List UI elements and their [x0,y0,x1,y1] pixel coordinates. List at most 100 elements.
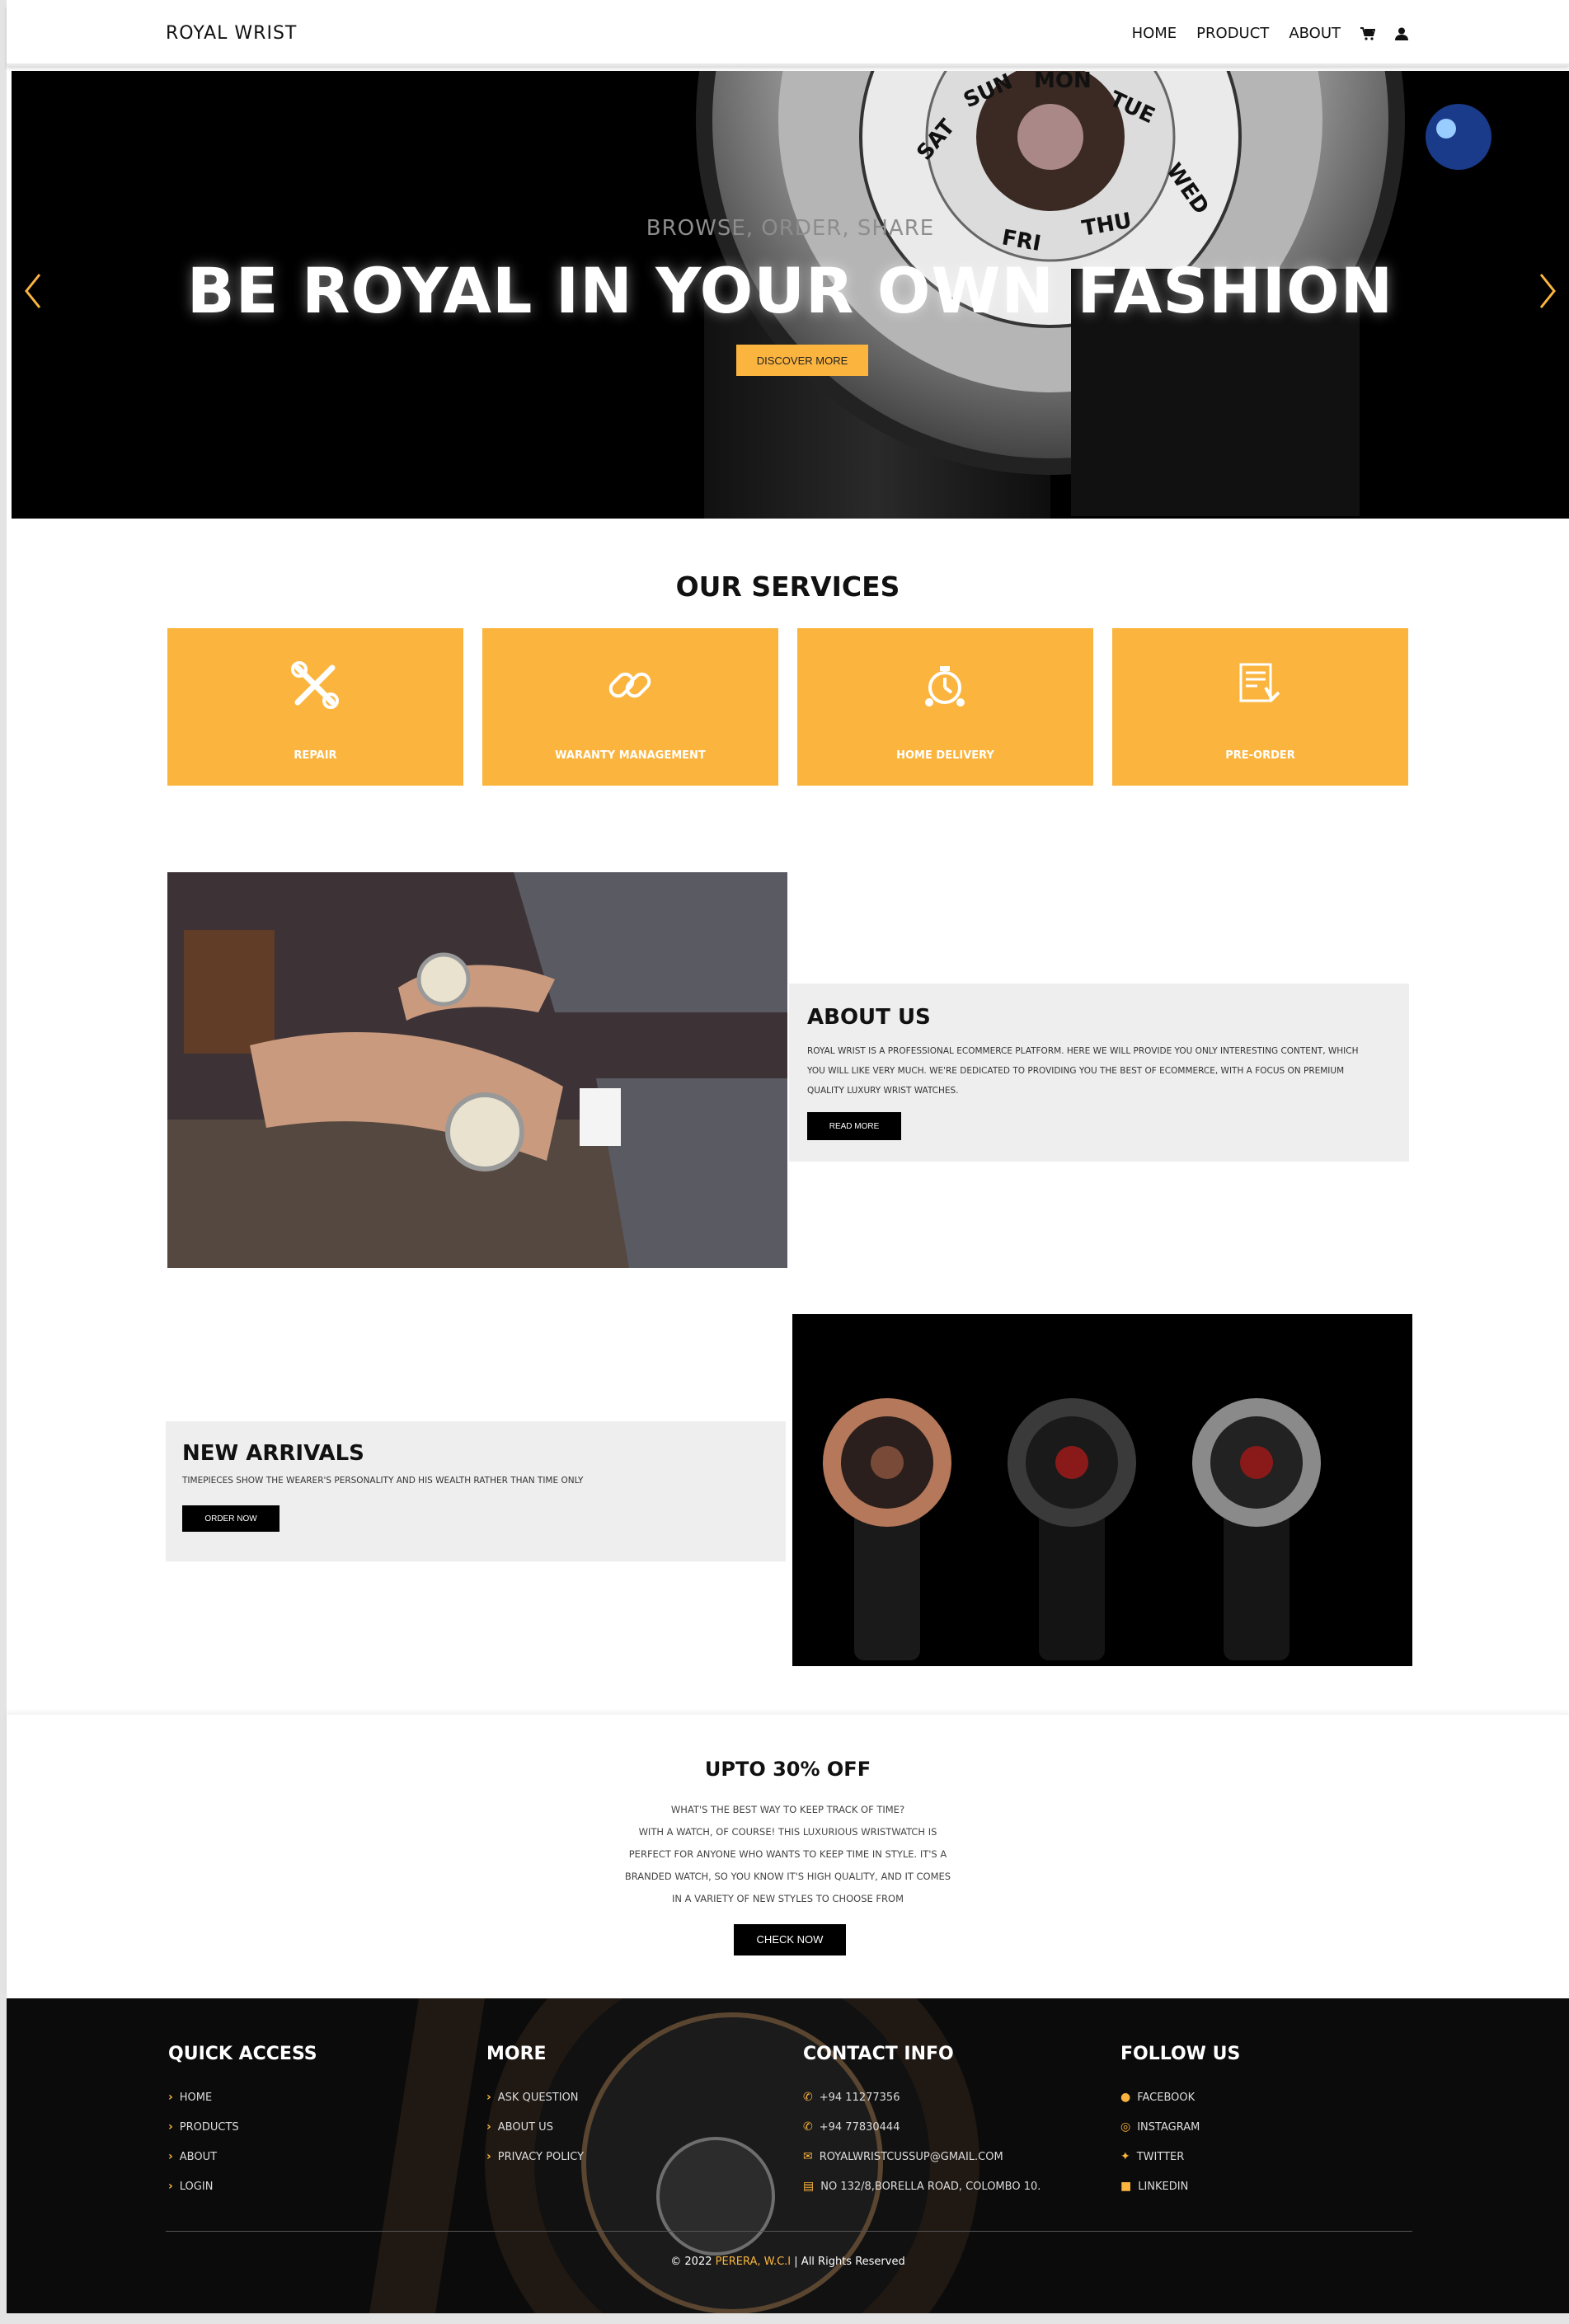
footer-divider [166,2231,1412,2232]
nav-links: HOME PRODUCT ABOUT [1132,25,1408,42]
social-instagram[interactable]: ◎ INSTAGRAM [1120,2112,1240,2142]
tools-icon [291,661,339,709]
footer-link-label: PRODUCTS [179,2120,239,2134]
linkedin-icon: ■ [1120,2180,1132,2193]
cart-icon[interactable] [1360,26,1375,40]
nav-home[interactable]: HOME [1132,25,1177,42]
copyright-author[interactable]: PERERA, W.C.I [716,2256,792,2268]
offer-text-line: IN A VARIETY OF NEW STYLES TO CHOOSE FRO… [671,1893,904,1904]
copyright-suffix: | All Rights Reserved [791,2256,905,2268]
phone-icon: ✆ [803,2091,813,2104]
page: ROYAL WRIST HOME PRODUCT ABOUT SAT SUN M… [0,0,1569,2324]
preorder-icon [1239,663,1280,702]
discover-more-button[interactable]: DISCOVER MORE [736,345,868,376]
service-label: PRE-ORDER [1225,749,1295,762]
svg-text:MON: MON [1034,71,1092,93]
facebook-icon: ● [1120,2091,1131,2104]
user-icon[interactable] [1395,27,1408,40]
arrivals-title: NEW ARRIVALS [182,1441,364,1466]
contact-text: NO 132/8,BORELLA ROAD, COLOMBO 10. [820,2180,1041,2193]
copyright: © 2022 PERERA, W.C.I | All Rights Reserv… [7,2256,1569,2268]
twitter-icon: ✦ [1120,2150,1130,2163]
chevron-right-icon: › [168,2180,173,2193]
contact-email[interactable]: ✉ ROYALWRISTCUSSUP@GMAIL.COM [803,2142,1041,2171]
footer-link-label: LOGIN [179,2180,214,2193]
chevron-right-icon: › [168,2150,173,2163]
link-icon [608,672,651,698]
hero-carousel: SAT SUN MON TUE WED THU FRI BROWSE, ORDE… [7,71,1569,519]
footer-link-products[interactable]: › PRODUCTS [168,2112,317,2142]
service-label: REPAIR [294,749,337,762]
footer-heading: CONTACT INFO [803,2044,954,2064]
offer-text-line: WITH A WATCH, OF COURSE! THIS LUXURIOUS … [638,1826,937,1838]
service-card-delivery[interactable]: HOME DELIVERY [797,628,1093,786]
brand-logo[interactable]: ROYAL WRIST [166,23,297,44]
footer-link-privacy[interactable]: › PRIVACY POLICY [486,2142,584,2171]
service-label: HOME DELIVERY [896,749,994,762]
service-card-warranty[interactable]: WARANTY MANAGEMENT [482,628,778,786]
offer-title: UPTO 30% OFF [704,1758,871,1781]
social-label: LINKEDIN [1138,2180,1189,2193]
social-label: FACEBOOK [1137,2091,1196,2104]
social-facebook[interactable]: ● FACEBOOK [1120,2082,1240,2112]
chevron-right-icon: › [168,2120,173,2134]
footer-link-label: ABOUT US [497,2120,553,2134]
footer-link-label: HOME [179,2091,213,2104]
social-label: TWITTER [1136,2150,1185,2163]
footer-heading: QUICK ACCESS [168,2044,317,2064]
contact-phone-1: ✆ +94 11277356 [803,2082,1041,2112]
chevron-right-icon: › [486,2120,491,2134]
offer-text-line: WHAT'S THE BEST WAY TO KEEP TRACK OF TIM… [670,1804,905,1815]
footer-link-login[interactable]: › LOGIN [168,2171,317,2201]
about-text-line: YOU WILL LIKE VERY MUCH. WE'RE DEDICATED… [807,1066,1345,1076]
order-now-button[interactable]: ORDER NOW [182,1505,280,1532]
services-grid: REPAIR WARANTY MANAGEMENT HOME DELIVERY … [167,628,1408,786]
check-now-button[interactable]: CHECK NOW [734,1924,846,1955]
about-text-line: ROYAL WRIST IS A PROFESSIONAL ECOMMERCE … [807,1046,1359,1056]
copyright-prefix: © 2022 [670,2256,716,2268]
hero-title: BE ROYAL IN YOUR OWN FASHION [186,254,1394,327]
offer-section: UPTO 30% OFF WHAT'S THE BEST WAY TO KEEP… [7,1715,1569,1997]
footer-link-label: ASK QUESTION [497,2091,579,2104]
chevron-right-icon: › [168,2091,173,2104]
instagram-icon: ◎ [1120,2120,1131,2134]
footer-link-label: ABOUT [179,2150,218,2163]
delivery-icon [925,666,965,707]
footer-link-ask-question[interactable]: › ASK QUESTION [486,2082,584,2112]
arrivals-panel: NEW ARRIVALS TIMEPIECES SHOW THE WEARER'… [166,1421,786,1561]
footer-more: MORE › ASK QUESTION › ABOUT US › PRIVACY PO… [486,2044,584,2171]
footer-link-about[interactable]: › ABOUT [168,2142,317,2171]
contact-phone-2: ✆ +94 77830444 [803,2112,1041,2142]
footer-contact: CONTACT INFO ✆ +94 11277356 ✆ +94 77830444… [803,2044,1041,2201]
social-twitter[interactable]: ✦ TWITTER [1120,2142,1240,2171]
services-title: OUR SERVICES [675,570,900,603]
footer-link-label: PRIVACY POLICY [497,2150,585,2163]
hero-subtitle: BROWSE, ORDER, SHARE [646,216,935,241]
chevron-right-icon: › [486,2091,491,2104]
footer-link-about-us[interactable]: › ABOUT US [486,2112,584,2142]
footer-link-home[interactable]: › HOME [168,2082,317,2112]
arrivals-text: TIMEPIECES SHOW THE WEARER'S PERSONALITY… [182,1476,584,1486]
nav-product[interactable]: PRODUCT [1196,25,1269,42]
contact-text: +94 11277356 [819,2091,900,2104]
about-panel: ABOUT US ROYAL WRIST IS A PROFESSIONAL E… [789,984,1409,1162]
service-card-preorder[interactable]: PRE-ORDER [1112,628,1408,786]
top-navbar: ROYAL WRIST HOME PRODUCT ABOUT [7,5,1569,66]
footer: QUICK ACCESS › HOME › PRODUCTS › ABOUT › LOG… [7,1998,1569,2313]
nav-about[interactable]: ABOUT [1289,25,1341,42]
chevron-right-icon: › [486,2150,491,2163]
phone-icon: ✆ [803,2120,813,2134]
offer-text-line: BRANDED WATCH, SO YOU KNOW IT'S HIGH QUA… [624,1871,951,1882]
read-more-button[interactable]: READ MORE [807,1112,901,1140]
footer-quick-access: QUICK ACCESS › HOME › PRODUCTS › ABOUT › LOG… [168,2044,317,2201]
page-content: ROYAL WRIST HOME PRODUCT ABOUT SAT SUN M… [7,0,1569,2313]
footer-follow: FOLLOW US ● FACEBOOK ◎ INSTAGRAM ✦ TWITTER … [1120,2044,1240,2201]
service-card-repair[interactable]: REPAIR [167,628,463,786]
offer-text-line: PERFECT FOR ANYONE WHO WANTS TO KEEP TIM… [628,1848,947,1860]
footer-heading: FOLLOW US [1120,2044,1241,2064]
social-linkedin[interactable]: ■ LINKEDIN [1120,2171,1240,2201]
social-label: INSTAGRAM [1137,2120,1200,2134]
contact-text: +94 77830444 [819,2120,900,2134]
offer-text: WHAT'S THE BEST WAY TO KEEP TRACK OF TIM… [7,1799,1569,1910]
contact-address: ▤ NO 132/8,BORELLA ROAD, COLOMBO 10. [803,2171,1041,2201]
